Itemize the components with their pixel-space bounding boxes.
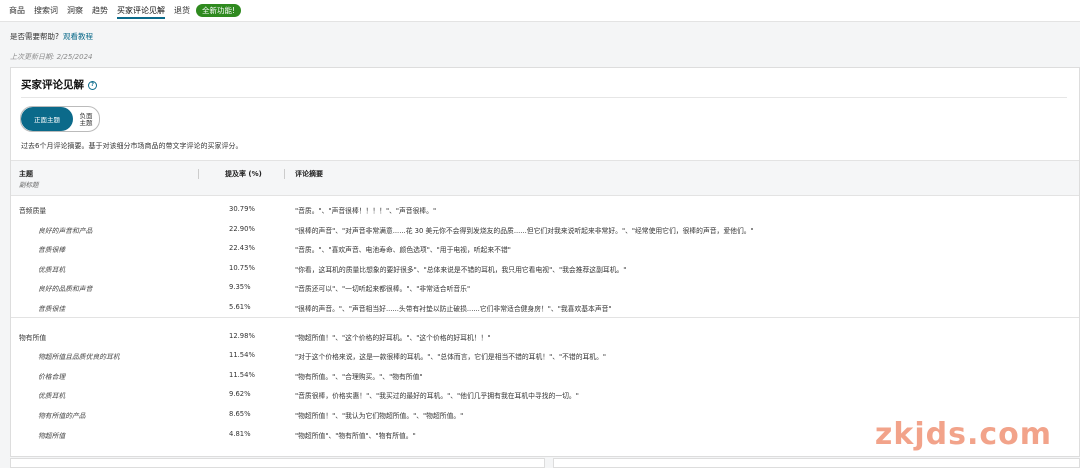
card-title: 买家评论见解? (21, 77, 97, 92)
bottom-panel-left (10, 458, 545, 468)
subtopic-row[interactable]: 物超所值且品质优良的耳机 11.54% "对于这个价格来说，这是一款很棒的耳机。"、… (11, 345, 1079, 365)
header-mention-rate[interactable]: 提及率 (%) (225, 169, 262, 179)
subtopic-name: 音质很棒 (38, 246, 66, 255)
topic-name: 物有所值 (19, 333, 47, 342)
mention-rate: 5.61% (229, 302, 251, 311)
review-summary: "你看，这耳机的质量比想象的要好很多"、"总体来说是不错的耳机，我只用它看电视"… (295, 265, 627, 274)
subtopic-row[interactable]: 音质很棒 22.43% "音质。"、"喜欢声音、电池寿命、颜色选项"、"用于电视，听… (11, 238, 1079, 258)
mention-rate: 10.75% (229, 263, 255, 272)
topic-row[interactable]: 物有所值 12.98% "物超所值！"、"这个价格的好耳机。"、"这个价格的好耳机！… (11, 326, 1079, 346)
subtopic-row[interactable]: 音质很佳 5.61% "很棒的声音。"、"声音相当好......头带有衬垫以防止破损… (11, 297, 1079, 317)
tab-returns[interactable]: 退货 (174, 0, 190, 22)
header-separator (284, 169, 285, 179)
insights-table: 主题 副标题 提及率 (%) 评论摘要 音频质量 30.79% "音质。"、"声音很… (11, 160, 1079, 443)
sentiment-toggle: 正面主题 负面 主题 (20, 106, 100, 132)
mention-rate: 12.98% (229, 331, 255, 340)
mention-rate: 9.62% (229, 390, 251, 399)
subtopic-row[interactable]: 良好的声音和产品 22.90% "很棒的声音"、"对声音非常满意......花 30… (11, 219, 1079, 239)
review-summary: "音质。"、"声音很棒！！！！"、"声音很棒。" (295, 207, 437, 215)
subtopic-name: 物有所值的产品 (38, 411, 86, 420)
watermark-text: zkjds.com (874, 417, 1052, 452)
review-summary: "物超所值！"、"我认为它们物超所值。"、"物超所值。" (295, 411, 464, 420)
review-summary: "物超所值"、"物有所值"、"物有所值。" (295, 431, 416, 440)
review-summary: "音质还可以"、"一切听起来都很棒。"、"非常适合听音乐" (295, 285, 471, 294)
positive-topics-toggle[interactable]: 正面主题 (21, 107, 73, 131)
group-divider (11, 316, 1079, 326)
review-summary: "物有所值。"、"合理购买。"、"物有所值" (295, 372, 423, 381)
card-title-text: 买家评论见解 (21, 79, 84, 91)
header-review-summary: 评论摘要 (295, 170, 323, 178)
tab-search-terms[interactable]: 搜索词 (34, 0, 58, 22)
new-feature-badge: 全新功能! (196, 4, 242, 17)
subtopic-name: 良好的品质和声音 (38, 285, 93, 294)
mention-rate: 30.79% (229, 205, 255, 213)
summary-description: 过去6个月评论摘要。基于对该细分市场商品的带文字评论的买家评分。 (21, 142, 243, 150)
tab-products[interactable]: 商品 (9, 0, 25, 22)
review-summary: "很棒的声音"、"对声音非常满意......花 30 美元你不会得到发烧友的品质… (295, 226, 754, 235)
last-updated-date: 上次更新日期: 2/25/2024 (10, 53, 93, 61)
mention-rate: 22.43% (229, 244, 255, 253)
mention-rate: 11.54% (229, 351, 255, 360)
subtopic-name: 物超所值且品质优良的耳机 (38, 353, 120, 362)
topic-row[interactable]: 音频质量 30.79% "音质。"、"声音很棒！！！！"、"声音很棒。" (11, 199, 1079, 219)
header-separator (198, 169, 199, 179)
subtopic-row[interactable]: 优质耳机 9.62% "音质很棒，价格实惠！"、"我买过的最好的耳机。"、"他们几乎… (11, 384, 1079, 404)
watch-tutorial-link[interactable]: 观看教程 (63, 32, 93, 41)
mention-rate: 8.65% (229, 409, 251, 418)
review-summary: "物超所值！"、"这个价格的好耳机。"、"这个价格的好耳机！！" (295, 333, 491, 342)
subtopic-name: 优质耳机 (38, 392, 66, 401)
bottom-panel-right (553, 458, 1080, 468)
review-summary: "对于这个价格来说，这是一款很棒的耳机。"、"总体而言，它们是相当不错的耳机！"… (295, 353, 607, 362)
subtopic-row[interactable]: 价格合理 11.54% "物有所值。"、"合理购买。"、"物有所值" (11, 365, 1079, 385)
subtopic-name: 音质很佳 (38, 304, 66, 313)
subtopic-name: 优质耳机 (38, 265, 66, 274)
info-icon[interactable]: ? (88, 81, 97, 90)
mention-rate: 4.81% (229, 429, 251, 438)
subtopic-row[interactable]: 良好的品质和声音 9.35% "音质还可以"、"一切听起来都很棒。"、"非常适合听音… (11, 277, 1079, 297)
table-body: 音频质量 30.79% "音质。"、"声音很棒！！！！"、"声音很棒。" 良好的声音和… (11, 196, 1079, 443)
review-insights-card: 买家评论见解? 正面主题 负面 主题 过去6个月评论摘要。基于对该细分市场商品的… (10, 67, 1080, 457)
subtopic-name: 良好的声音和产品 (38, 226, 93, 235)
review-summary: "音质很棒，价格实惠！"、"我买过的最好的耳机。"、"他们几乎拥有我在耳机中寻找… (295, 392, 579, 401)
tab-customer-review-insights[interactable]: 买家评论见解 (117, 0, 165, 22)
table-header: 主题 副标题 提及率 (%) 评论摘要 (11, 160, 1079, 196)
negative-topics-toggle[interactable]: 负面 主题 (73, 107, 99, 131)
review-summary: "音质。"、"喜欢声音、电池寿命、颜色选项"、"用于电视，听起来不错" (295, 246, 511, 255)
help-question: 是否需要帮助? (10, 32, 59, 41)
help-line: 是否需要帮助? 观看教程 (10, 31, 93, 42)
subtopic-name: 价格合理 (38, 372, 66, 381)
subtopic-name: 物超所值 (38, 431, 66, 440)
header-subtopic: 副标题 (19, 181, 39, 189)
title-divider (21, 97, 1067, 98)
top-tab-bar: 商品 搜索词 洞察 趋势 买家评论见解 退货 全新功能! (0, 0, 1080, 22)
review-summary: "很棒的声音。"、"声音相当好......头带有衬垫以防止破损......它们非… (295, 304, 612, 313)
mention-rate: 11.54% (229, 370, 255, 379)
tab-insights[interactable]: 洞察 (67, 0, 83, 22)
header-topic: 主题 (19, 170, 33, 178)
subtopic-row[interactable]: 优质耳机 10.75% "你看，这耳机的质量比想象的要好很多"、"总体来说是不错的耳… (11, 258, 1079, 278)
mention-rate: 9.35% (229, 283, 251, 292)
mention-rate: 22.90% (229, 224, 255, 233)
topic-name: 音频质量 (19, 207, 47, 215)
tab-trends[interactable]: 趋势 (92, 0, 108, 22)
